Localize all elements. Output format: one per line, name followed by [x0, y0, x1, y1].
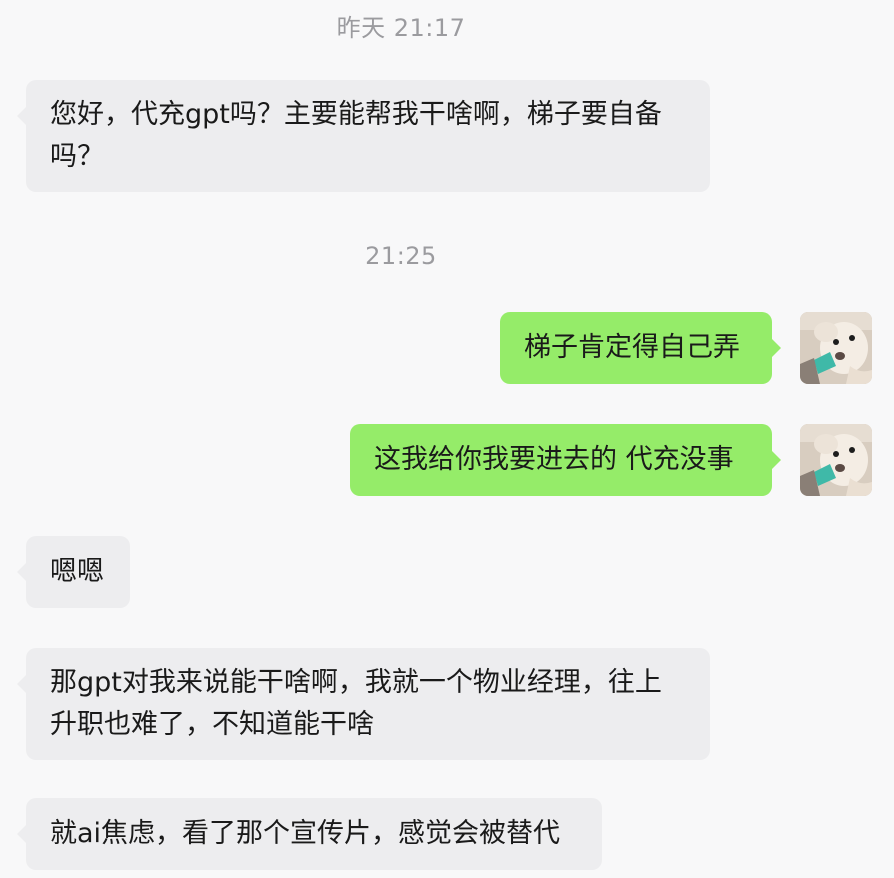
received-message[interactable]: 就ai焦虑，看了那个宣传片，感觉会被替代 — [17, 798, 602, 870]
sent-message[interactable]: 这我给你我要进去的 代充没事 — [350, 424, 781, 496]
dog-avatar-icon[interactable] — [800, 424, 872, 496]
sent-message[interactable]: 梯子肯定得自己弄 — [500, 312, 781, 384]
timestamp: 21:25 — [365, 242, 437, 270]
dog-avatar-icon[interactable] — [800, 312, 872, 384]
received-message[interactable]: 您好，代充gpt吗？主要能帮我干啥啊，梯子要自备吗？ — [17, 80, 710, 192]
timestamp: 昨天 21:17 — [336, 14, 466, 42]
received-message[interactable]: 那gpt对我来说能干啥啊，我就一个物业经理，往上升职也难了，不知道能干啥 — [17, 648, 710, 760]
chat-area[interactable]: 昨天 21:17 您好，代充gpt吗？主要能帮我干啥啊，梯子要自备吗？ 21:2… — [0, 0, 894, 878]
received-message[interactable]: 嗯嗯 — [17, 536, 130, 608]
